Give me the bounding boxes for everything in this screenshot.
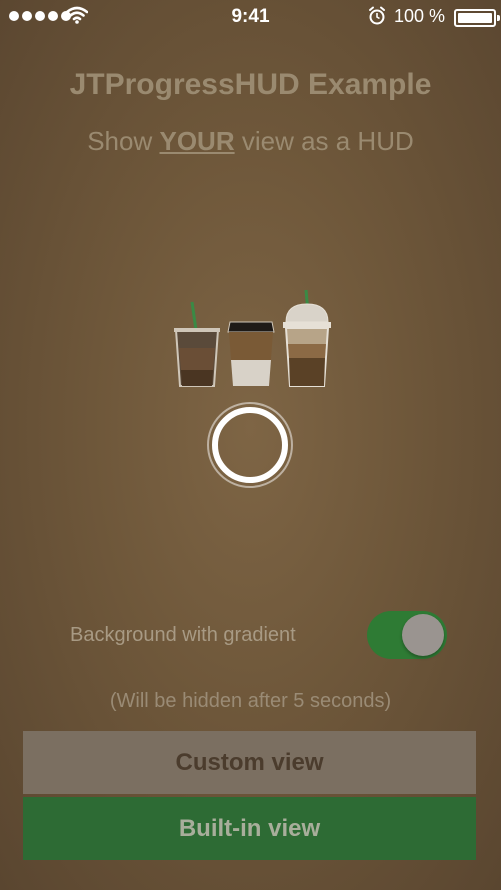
page-title: JTProgressHUD Example: [69, 68, 432, 101]
battery-percent: 100 %: [394, 6, 446, 26]
gradient-toggle[interactable]: [367, 611, 447, 659]
alarm-icon: [369, 6, 385, 25]
battery-icon: [454, 9, 500, 27]
builtin-view-button[interactable]: Built-in view: [23, 797, 476, 860]
coffee-cups-illustration: [174, 289, 331, 387]
progress-spinner-icon: [207, 402, 293, 488]
subtitle-emphasis: YOUR: [159, 126, 235, 156]
status-bar: 9:41 100 %: [0, 0, 501, 34]
hide-hint: (Will be hidden after 5 seconds): [109, 690, 392, 712]
custom-view-button[interactable]: Custom view: [23, 731, 476, 794]
toggle-knob: [402, 614, 444, 656]
page-subtitle: Show YOUR view as a HUD: [0, 126, 501, 157]
subtitle-prefix: Show: [87, 126, 160, 156]
gradient-toggle-label: Background with gradient: [70, 624, 296, 646]
subtitle-suffix: view as a HUD: [234, 126, 414, 156]
